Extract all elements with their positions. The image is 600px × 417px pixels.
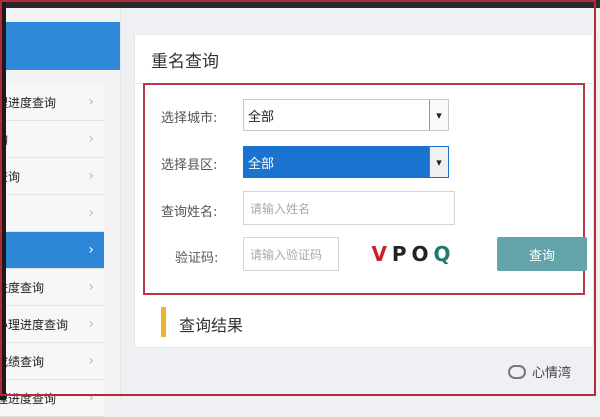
outer-highlight-frame xyxy=(0,0,596,396)
